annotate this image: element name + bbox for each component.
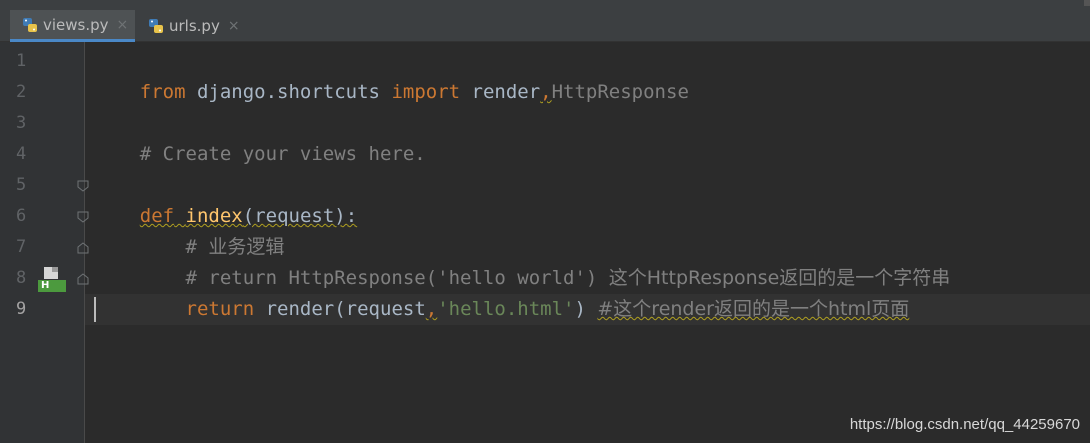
watermark: https://blog.csdn.net/qq_44259670: [849, 416, 1080, 433]
line-number: 5: [16, 175, 27, 195]
fold-end-icon[interactable]: [77, 242, 89, 254]
code-line-3[interactable]: # Create your views here.: [94, 108, 426, 165]
tab-label: urls.py: [169, 17, 220, 35]
string-literal: 'hello.html': [437, 298, 575, 320]
unused-import: HttpResponse: [551, 81, 689, 103]
html-template-gutter-icon[interactable]: H: [38, 266, 66, 292]
comma-warning: ,: [425, 298, 438, 320]
tab-urls-py[interactable]: urls.py ×: [136, 10, 246, 42]
code-line-1[interactable]: from django.shortcuts import render,Http…: [94, 46, 689, 103]
line-number-current: 9: [16, 299, 27, 319]
code-line-5[interactable]: def index(request):: [94, 170, 357, 227]
tab-views-py[interactable]: views.py ×: [10, 10, 135, 42]
html-badge: H: [38, 280, 66, 292]
code-line-6[interactable]: # 业务逻辑: [94, 201, 285, 258]
keyword: import: [391, 81, 461, 103]
import-name: render: [460, 81, 541, 103]
comma-warning: ,: [540, 81, 552, 103]
close-paren: ): [574, 298, 598, 320]
close-icon[interactable]: ×: [117, 17, 129, 33]
text-caret: [94, 297, 96, 322]
line-number-gutter[interactable]: 1 2 3 4 5 6 7 8 9 H: [0, 42, 89, 443]
keyword: return: [185, 298, 255, 320]
line-number: 4: [16, 144, 27, 164]
file-icon: [44, 267, 58, 279]
function-call: render(request: [254, 298, 426, 320]
window-corner: [1084, 0, 1090, 6]
code-editor: views.py × urls.py × 1 2 3 4 5 6 7 8 9 H…: [0, 0, 1090, 443]
fold-end-icon[interactable]: [77, 273, 89, 285]
code-line-7[interactable]: # return HttpResponse('hello world') 这个H…: [94, 232, 951, 289]
keyword: from: [139, 81, 186, 103]
tab-label: views.py: [43, 15, 109, 34]
line-number: 8: [16, 268, 27, 288]
line-number: 6: [16, 206, 27, 226]
editor-tab-bar: views.py × urls.py ×: [0, 0, 1090, 42]
line-number: 3: [16, 113, 27, 133]
python-file-icon: [22, 17, 38, 33]
python-file-icon: [148, 18, 164, 34]
fold-start-icon[interactable]: [77, 180, 89, 192]
close-icon[interactable]: ×: [228, 18, 240, 34]
module-name: django.shortcuts: [185, 81, 392, 103]
line-number: 2: [16, 82, 27, 102]
line-number: 7: [16, 237, 27, 257]
comment: #这个render返回的是一个html页面: [597, 298, 910, 320]
fold-start-icon[interactable]: [77, 211, 89, 223]
code-line-8[interactable]: return render(request,'hello.html') #这个r…: [94, 263, 910, 320]
comment: # Create your views here.: [139, 143, 426, 165]
line-number: 1: [16, 51, 27, 71]
